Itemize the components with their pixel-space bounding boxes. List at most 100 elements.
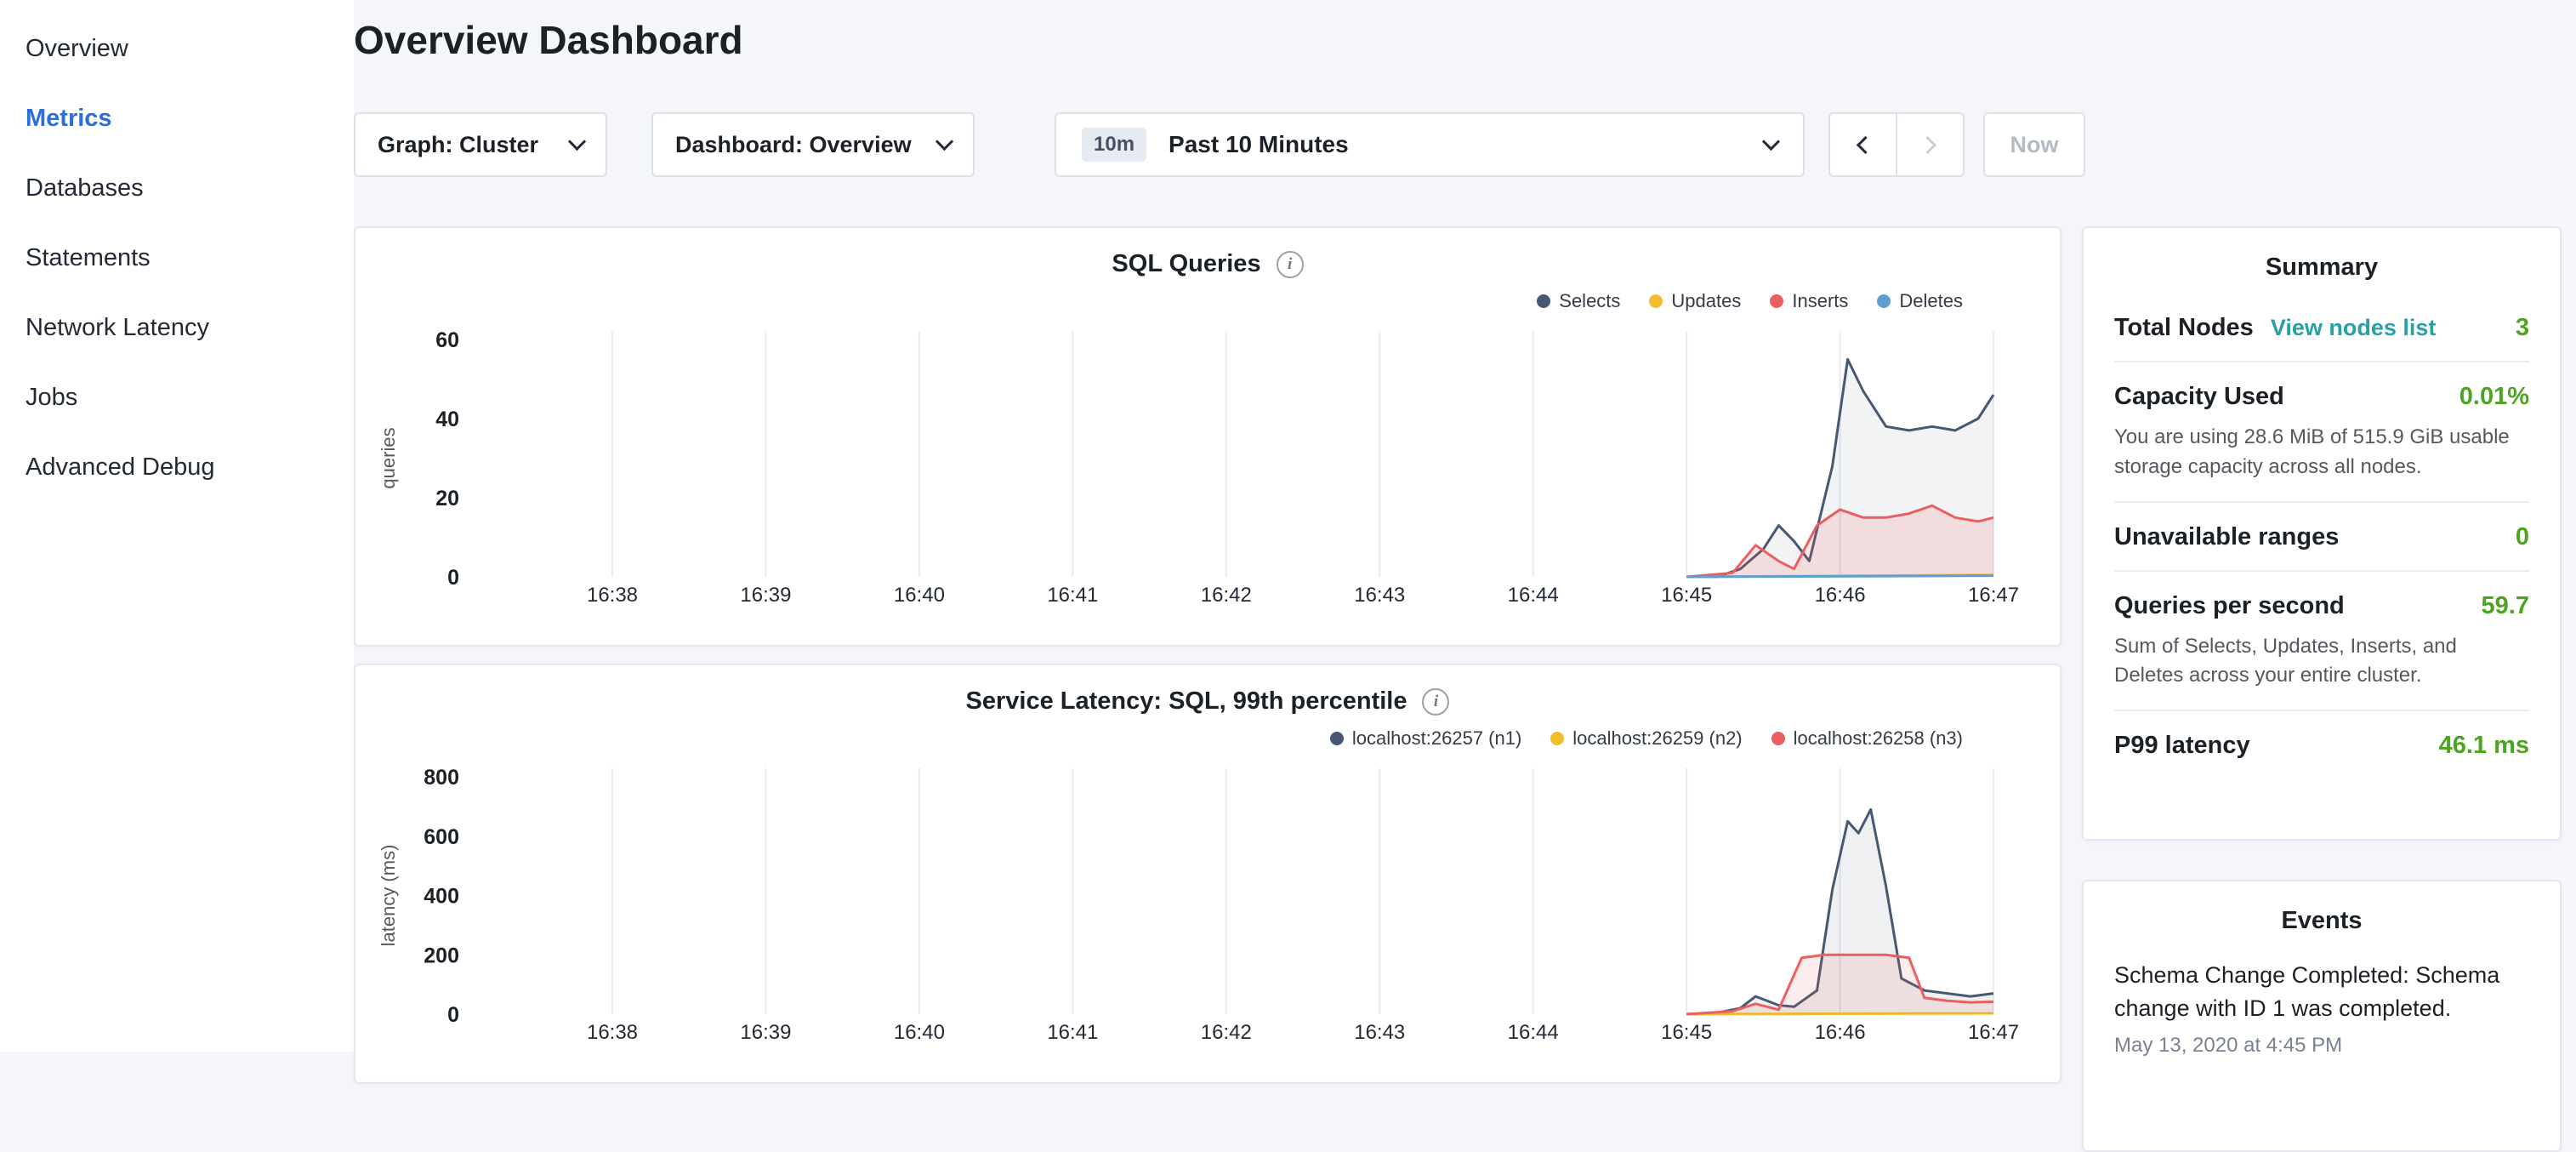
svg-text:200: 200 (424, 944, 459, 967)
sidebar-item-databases[interactable]: Databases (0, 153, 354, 223)
sidebar-item-statements[interactable]: Statements (0, 223, 354, 293)
chart-legend: localhost:26257 (n1) localhost:26259 (n2)… (355, 724, 2060, 753)
sidebar: Overview Metrics Databases Statements Ne… (0, 0, 354, 1052)
legend-item: Updates (1649, 290, 1741, 312)
summary-title: Summary (2084, 228, 2560, 294)
summary-row-label: Capacity Used (2114, 383, 2284, 411)
svg-text:16:44: 16:44 (1508, 1021, 1559, 1044)
svg-text:16:46: 16:46 (1815, 1021, 1866, 1044)
summary-row-value: 3 (2516, 314, 2529, 342)
time-window-selector[interactable]: 10m Past 10 Minutes (1055, 112, 1805, 177)
svg-text:latency (ms): latency (ms) (378, 845, 399, 947)
legend-item: Selects (1537, 290, 1620, 312)
info-icon[interactable]: i (1277, 251, 1304, 278)
now-button[interactable]: Now (1983, 112, 2085, 177)
summary-row-p99-latency: P99 latency 46.1 ms (2114, 710, 2529, 778)
svg-text:60: 60 (435, 328, 459, 352)
svg-text:16:45: 16:45 (1661, 1021, 1712, 1044)
legend-dot (1550, 732, 1564, 745)
chevron-right-icon (1919, 135, 1936, 153)
chart-title: Service Latency: SQL, 99th percentile (966, 687, 1407, 716)
legend-dot (1330, 732, 1344, 745)
summary-row-label: Queries per second (2114, 592, 2345, 620)
view-nodes-link[interactable]: View nodes list (2271, 315, 2437, 341)
summary-panel: Summary Total Nodes View nodes list 3 Ca… (2082, 226, 2562, 841)
summary-row-capacity-used: Capacity Used 0.01% You are using 28.6 M… (2114, 361, 2529, 501)
time-window-label: Past 10 Minutes (1169, 131, 1349, 158)
event-list-item[interactable]: Schema Change Completed: Schema change w… (2114, 959, 2529, 1058)
svg-text:16:43: 16:43 (1354, 1021, 1405, 1044)
chevron-down-icon (568, 132, 586, 150)
summary-row-value: 0.01% (2459, 383, 2529, 411)
legend-item: localhost:26258 (n3) (1771, 727, 1963, 750)
svg-text:16:47: 16:47 (1968, 584, 2019, 607)
svg-text:16:47: 16:47 (1968, 1021, 2019, 1044)
chevron-down-icon (1762, 132, 1780, 150)
graph-dropdown[interactable]: Graph: Cluster (354, 112, 607, 177)
summary-row-queries-per-second: Queries per second 59.7 Sum of Selects, … (2114, 570, 2529, 710)
svg-text:16:42: 16:42 (1201, 584, 1252, 607)
graph-dropdown-label: Graph: Cluster (378, 132, 538, 158)
chart-plot[interactable]: 16:3816:3916:4016:4116:4216:4316:4416:45… (355, 319, 2060, 613)
svg-text:400: 400 (424, 885, 459, 909)
svg-text:800: 800 (424, 766, 459, 790)
events-panel: Events Schema Change Completed: Schema c… (2082, 880, 2562, 1152)
sidebar-item-network-latency[interactable]: Network Latency (0, 293, 354, 362)
svg-text:16:43: 16:43 (1354, 584, 1405, 607)
time-window-badge: 10m (1082, 128, 1146, 162)
page-title: Overview Dashboard (354, 17, 743, 63)
prev-window-button[interactable] (1830, 114, 1896, 175)
summary-row-label: Unavailable ranges (2114, 523, 2339, 551)
time-window-nav (1828, 112, 1965, 177)
svg-text:600: 600 (424, 825, 459, 849)
event-timestamp: May 13, 2020 at 4:45 PM (2114, 1034, 2529, 1058)
legend-dot (1877, 294, 1891, 308)
svg-text:16:38: 16:38 (587, 584, 638, 607)
dashboard-dropdown-label: Dashboard: Overview (675, 132, 912, 158)
svg-text:queries: queries (378, 427, 399, 488)
svg-text:16:41: 16:41 (1047, 1021, 1098, 1044)
next-window-button[interactable] (1896, 114, 1963, 175)
dashboard-dropdown[interactable]: Dashboard: Overview (651, 112, 975, 177)
legend-dot (1770, 294, 1783, 308)
summary-row-description: You are using 28.6 MiB of 515.9 GiB usab… (2114, 423, 2529, 482)
summary-row-value: 59.7 (2482, 592, 2529, 620)
sidebar-item-metrics[interactable]: Metrics (0, 83, 354, 153)
service-latency-chart-card: Service Latency: SQL, 99th percentile i … (354, 664, 2061, 1084)
summary-row-label: P99 latency (2114, 732, 2250, 760)
legend-dot (1537, 294, 1550, 308)
event-message: Schema Change Completed: Schema change w… (2114, 959, 2529, 1025)
sidebar-item-advanced-debug[interactable]: Advanced Debug (0, 432, 354, 502)
legend-dot (1771, 732, 1785, 745)
legend-item: Inserts (1770, 290, 1848, 312)
sql-queries-chart-card: SQL Queries i SelectsUpdatesInsertsDelet… (354, 226, 2061, 647)
legend-item: Deletes (1877, 290, 1963, 312)
svg-text:16:39: 16:39 (740, 1021, 791, 1044)
summary-row-unavailable-ranges: Unavailable ranges 0 (2114, 501, 2529, 570)
summary-row-label: Total Nodes (2114, 314, 2254, 342)
legend-item: localhost:26259 (n2) (1550, 727, 1742, 750)
sidebar-item-overview[interactable]: Overview (0, 14, 354, 83)
svg-text:0: 0 (447, 1003, 459, 1027)
svg-text:16:42: 16:42 (1201, 1021, 1252, 1044)
info-icon[interactable]: i (1422, 688, 1449, 716)
svg-text:40: 40 (435, 408, 459, 431)
summary-row-value: 46.1 ms (2439, 732, 2529, 760)
chart-legend: Selects Updates Inserts Deletes (355, 287, 2060, 316)
sidebar-item-jobs[interactable]: Jobs (0, 362, 354, 432)
chart-plot[interactable]: 16:38 16:39 16:40 16:41 16:42 16:43 16:44 16:45… (355, 756, 2060, 1050)
svg-text:20: 20 (435, 487, 459, 510)
svg-text:16:45: 16:45 (1661, 584, 1712, 607)
summary-row-description: Sum of Selects, Updates, Inserts, and De… (2114, 632, 2529, 692)
chevron-down-icon (935, 132, 953, 150)
svg-text:16:46: 16:46 (1815, 584, 1866, 607)
legend-dot (1649, 294, 1663, 308)
legend-item: localhost:26257 (n1) (1330, 727, 1521, 750)
svg-text:16:41: 16:41 (1047, 584, 1098, 607)
summary-row-value: 0 (2516, 523, 2529, 551)
svg-text:16:38: 16:38 (587, 1021, 638, 1044)
svg-text:0: 0 (447, 566, 459, 590)
svg-text:16:40: 16:40 (894, 584, 945, 607)
summary-row-total-nodes: Total Nodes View nodes list 3 (2114, 294, 2529, 361)
svg-text:16:40: 16:40 (894, 1021, 945, 1044)
